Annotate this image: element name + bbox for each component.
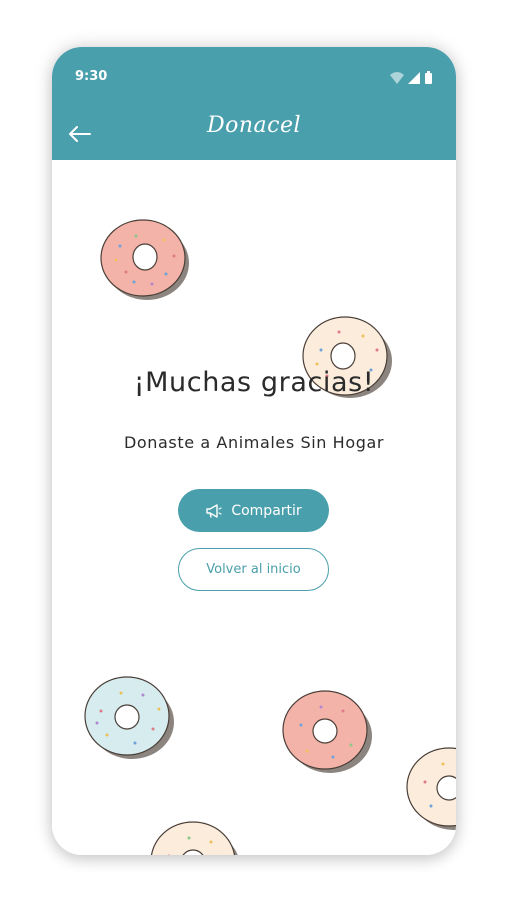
donut-cream-illustration [406,747,456,830]
app-title: Donacel [206,113,302,138]
back-to-home-label: Volver al inicio [206,562,301,577]
donut-cream-illustration [150,821,238,855]
app-bar: 9:30 Donacel [52,47,456,160]
donut-pink-illustration [282,690,372,773]
donut-blue-illustration [84,676,174,759]
megaphone-icon [206,503,222,518]
donut-pink-illustration [100,219,189,300]
phone-frame: 9:30 Donacel ¡Muchas gracias! Donaste a … [52,47,456,855]
status-time: 9:30 [75,69,108,84]
battery-icon [425,71,432,84]
share-button[interactable]: Compartir [178,489,329,532]
signal-icon [408,72,420,84]
share-button-label: Compartir [231,502,302,519]
donation-subtitle: Donaste a Animales Sin Hogar [123,433,385,452]
main-content: ¡Muchas gracias! Donaste a Animales Sin … [52,160,456,855]
back-to-home-button[interactable]: Volver al inicio [178,548,329,591]
status-icons [390,71,432,84]
thank-you-heading: ¡Muchas gracias! [133,367,375,398]
wifi-icon [390,72,404,84]
